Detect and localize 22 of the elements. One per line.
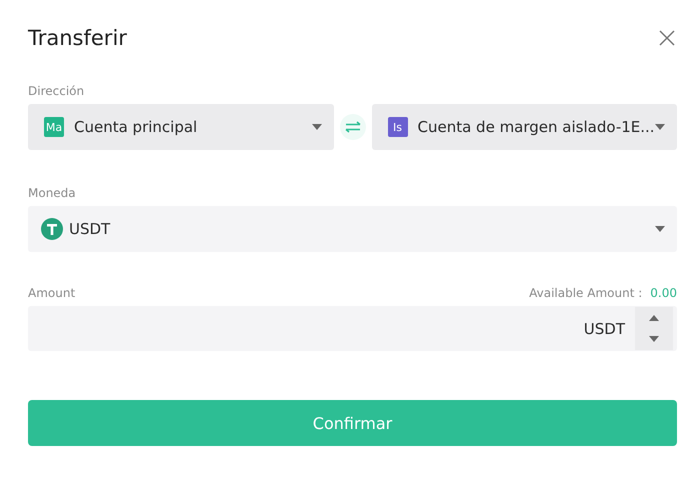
account-badge: Is (388, 117, 408, 137)
source-account-select[interactable]: Ma Cuenta principal (28, 104, 334, 150)
currency-select[interactable]: USDT (28, 206, 677, 252)
increment-button[interactable] (649, 314, 659, 321)
target-account-select[interactable]: Is Cuenta de margen aislado-1E... (372, 104, 677, 150)
available-amount: Available Amount : 0.00 (529, 286, 677, 300)
unit-label: USDT (584, 320, 625, 338)
caret-icon (312, 124, 322, 130)
field-label: Dirección (28, 84, 86, 98)
close-button[interactable] (657, 28, 677, 48)
close-icon (657, 28, 677, 48)
amount-field[interactable]: USDT (28, 306, 677, 351)
caret-icon (655, 124, 665, 130)
account-badge: Ma (44, 117, 64, 137)
caret-icon (649, 314, 659, 321)
field-label: Moneda (28, 186, 77, 200)
field-label: Amount (28, 286, 76, 300)
caret-icon (649, 336, 659, 342)
coin-icon (41, 218, 63, 240)
decrement-button[interactable] (649, 336, 659, 342)
dialog-title: Transferir (28, 26, 127, 50)
caret-icon (655, 226, 665, 232)
